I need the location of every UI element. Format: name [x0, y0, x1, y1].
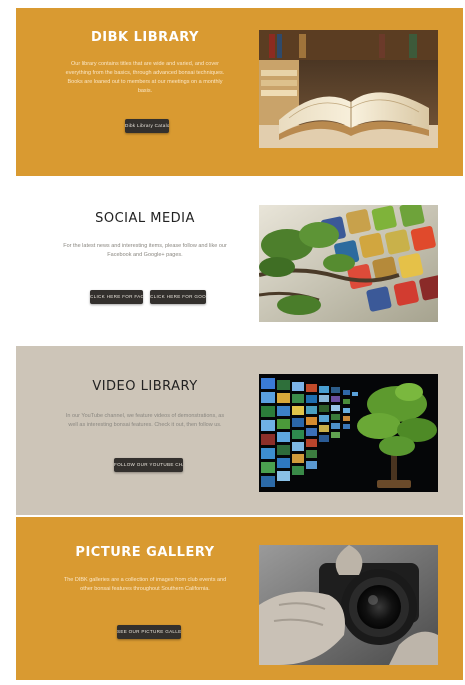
section-library: DIBK LIBRARY Our library contains titles…: [16, 8, 463, 176]
youtube-channel-button[interactable]: FOLLOW OUR YOUTUBE CHANNEL: [114, 458, 183, 472]
picture-gallery-title: PICTURE GALLERY: [75, 545, 215, 560]
library-title: DIBK LIBRARY: [91, 30, 199, 45]
facebook-button[interactable]: CLICK HERE FOR FACEBOOK: [90, 290, 143, 304]
camera-hands-photo: [259, 545, 438, 665]
picture-gallery-description: The DIBK galleries are a collection of i…: [63, 577, 227, 592]
video-library-description: In our YouTube channel, we feature video…: [65, 413, 225, 428]
open-books-photo: [259, 30, 438, 148]
section-picture-gallery: PICTURE GALLERY The DIBK galleries are a…: [16, 517, 463, 680]
picture-gallery-button[interactable]: SEE OUR PICTURE GALLERY: [117, 625, 181, 639]
library-catalog-button[interactable]: Dibk Library Catalog: [125, 119, 169, 133]
social-media-title: SOCIAL MEDIA: [95, 211, 195, 226]
google-plus-button[interactable]: CLICK HERE FOR GOOGLE +: [150, 290, 206, 304]
social-media-bonsai-photo: [259, 205, 438, 322]
video-library-title: VIDEO LIBRARY: [92, 379, 198, 394]
section-video-library: VIDEO LIBRARY In our YouTube channel, we…: [16, 346, 463, 515]
section-social-media: SOCIAL MEDIA For the latest news and int…: [16, 178, 463, 343]
library-description: Our library contains titles that are wid…: [65, 61, 225, 94]
video-wall-bonsai-photo: [259, 374, 438, 492]
social-media-description: For the latest news and interesting item…: [63, 243, 227, 258]
